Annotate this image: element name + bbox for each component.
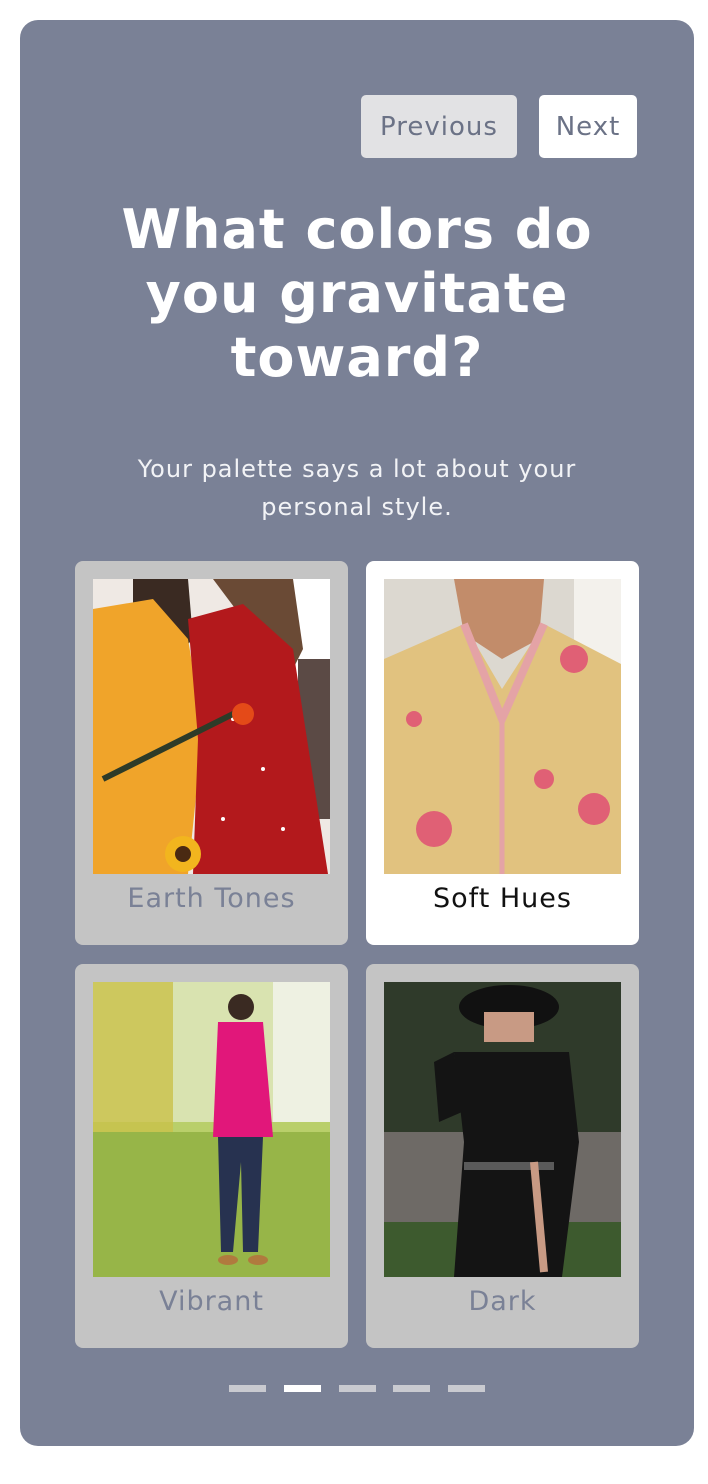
next-button[interactable]: Next xyxy=(539,95,637,158)
page-dot-5[interactable] xyxy=(448,1385,485,1392)
option-label: Earth Tones xyxy=(127,883,296,914)
option-soft-hues[interactable]: Soft Hues xyxy=(366,561,639,945)
page-dot-1[interactable] xyxy=(229,1385,266,1392)
pagination-indicator xyxy=(229,1385,485,1392)
vibrant-photo xyxy=(93,982,330,1277)
page-dot-3[interactable] xyxy=(339,1385,376,1392)
option-label: Soft Hues xyxy=(433,883,572,914)
question-subtitle: Your palette says a lot about your perso… xyxy=(137,455,577,521)
previous-button[interactable]: Previous xyxy=(361,95,517,158)
dark-photo xyxy=(384,982,621,1277)
option-dark[interactable]: Dark xyxy=(366,964,639,1348)
option-earth-tones[interactable]: Earth Tones xyxy=(75,561,348,945)
page-dot-4[interactable] xyxy=(393,1385,430,1392)
option-label: Dark xyxy=(468,1286,537,1317)
question-title: What colors do you gravitate toward? xyxy=(121,198,593,389)
quiz-card: Previous Next What colors do you gravita… xyxy=(20,20,694,1446)
soft-hues-photo xyxy=(384,579,621,874)
page-dot-2[interactable] xyxy=(284,1385,321,1392)
option-vibrant[interactable]: Vibrant xyxy=(75,964,348,1348)
earth-tones-photo xyxy=(93,579,330,874)
option-label: Vibrant xyxy=(159,1286,264,1317)
